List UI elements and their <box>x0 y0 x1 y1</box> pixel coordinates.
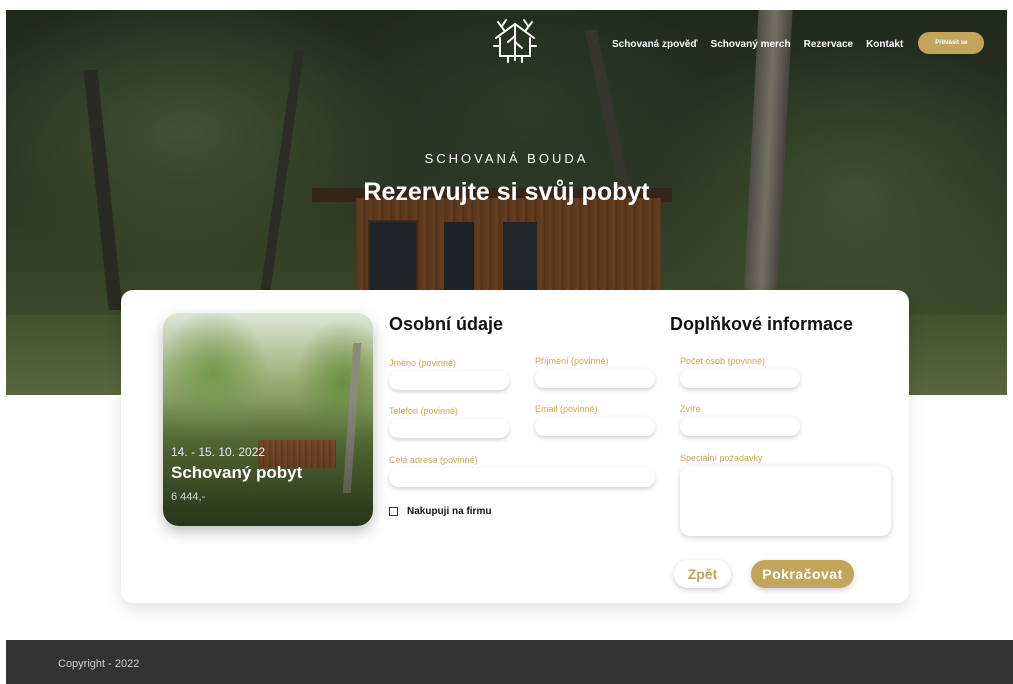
cabin-trees-logo-icon[interactable] <box>490 16 540 64</box>
special-requests-label: Speciální požadavky <box>680 453 763 463</box>
booking-dates: 14. - 15. 10. 2022 <box>171 445 266 459</box>
animals-label: Zvíře <box>680 404 701 414</box>
last-name-field[interactable] <box>535 369 655 388</box>
booking-title: Schovaný pobyt <box>171 463 303 482</box>
nav-item-confession[interactable]: Schovaná zpověď <box>612 39 698 50</box>
first-name-field[interactable] <box>389 371 509 390</box>
page-title: Rezervujte si svůj pobyt <box>363 178 650 206</box>
continue-button[interactable]: Pokračovat <box>751 560 854 588</box>
animals-field[interactable] <box>680 417 800 436</box>
checkbox-box[interactable] <box>389 507 398 516</box>
hero-eyebrow: SCHOVANÁ BOUDA <box>424 151 589 166</box>
extra-info-heading: Doplňkové informace <box>670 314 854 334</box>
page: Schovaná zpověď Schovaný merch Rezervace… <box>0 0 1013 684</box>
phone-label: Telefon (povinné) <box>389 406 459 416</box>
email-label: Email (povinné) <box>535 404 598 414</box>
special-requests-textarea[interactable] <box>680 466 891 536</box>
booking-summary-card: 14. - 15. 10. 2022 Schovaný pobyt 6 444,… <box>163 313 373 526</box>
login-button[interactable]: Přihlásit se <box>918 32 985 54</box>
main-nav: Schovaná zpověď Schovaný merch Rezervace… <box>612 32 985 54</box>
company-purchase-label: Nakupuji na firmu <box>407 506 492 517</box>
nav-item-reservation[interactable]: Rezervace <box>804 39 853 50</box>
nav-item-contact[interactable]: Kontakt <box>866 39 903 50</box>
persons-field[interactable] <box>680 369 800 388</box>
address-label: Celá adresa (povinné) <box>389 455 478 465</box>
footer: Copyright - 2022 <box>6 640 1013 684</box>
first-name-label: Jméno (povinné) <box>389 358 457 368</box>
nav-item-merch[interactable]: Schovaný merch <box>711 39 791 50</box>
company-purchase-checkbox[interactable]: Nakupuji na firmu <box>389 506 491 517</box>
personal-info-heading: Osobní údaje <box>389 314 504 334</box>
back-button[interactable]: Zpět <box>674 560 731 588</box>
reservation-form-card: 14. - 15. 10. 2022 Schovaný pobyt 6 444,… <box>121 290 909 603</box>
email-field[interactable] <box>535 417 655 436</box>
booking-price: 6 444,- <box>171 491 206 503</box>
copyright-text: Copyright - 2022 <box>58 658 140 670</box>
address-field[interactable] <box>389 468 655 487</box>
phone-field[interactable] <box>389 419 509 438</box>
persons-label: Počet osob (povinné) <box>680 356 766 366</box>
last-name-label: Příjmení (povinné) <box>535 356 609 366</box>
